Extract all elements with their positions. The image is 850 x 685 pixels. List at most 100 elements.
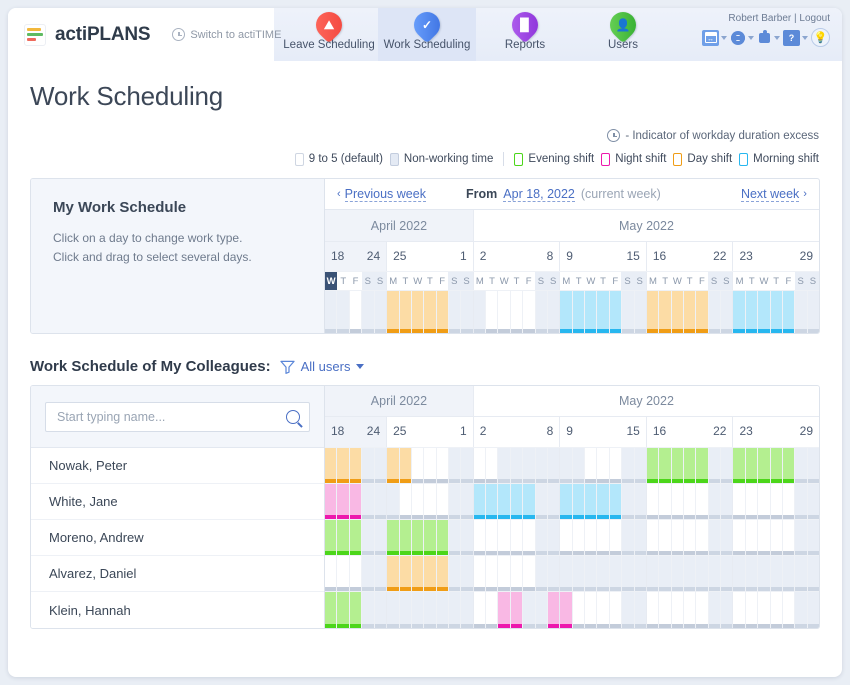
colleague-search-box[interactable]	[45, 401, 310, 432]
schedule-cell[interactable]	[498, 291, 511, 333]
schedule-cell[interactable]	[362, 592, 375, 628]
schedule-cell[interactable]	[807, 484, 819, 519]
schedule-cell[interactable]	[671, 520, 684, 555]
schedule-cell[interactable]	[349, 592, 363, 628]
schedule-cell[interactable]	[523, 592, 536, 628]
schedule-cell[interactable]	[622, 291, 635, 333]
schedule-cell[interactable]	[461, 291, 473, 333]
schedule-cell[interactable]	[597, 556, 610, 591]
schedule-cell[interactable]	[634, 448, 646, 483]
schedule-cell[interactable]	[646, 592, 660, 628]
schedule-cell[interactable]	[683, 291, 697, 333]
schedule-cell[interactable]	[473, 520, 487, 555]
schedule-cell[interactable]	[646, 291, 660, 333]
schedule-cell[interactable]	[461, 520, 473, 555]
schedule-cell[interactable]	[325, 520, 338, 555]
schedule-cell[interactable]	[349, 291, 363, 333]
schedule-cell[interactable]	[349, 448, 363, 483]
schedule-cell[interactable]	[597, 484, 610, 519]
schedule-cell[interactable]	[646, 520, 660, 555]
schedule-cell[interactable]	[498, 448, 511, 483]
schedule-cell[interactable]	[721, 520, 733, 555]
schedule-cell[interactable]	[374, 448, 387, 483]
schedule-cell[interactable]	[807, 592, 819, 628]
schedule-cell[interactable]	[424, 556, 437, 591]
schedule-cell[interactable]	[498, 520, 511, 555]
integrations-button[interactable]	[757, 30, 780, 45]
schedule-cell[interactable]	[449, 448, 462, 483]
schedule-cell[interactable]	[609, 291, 623, 333]
schedule-cell[interactable]	[721, 592, 733, 628]
schedule-cell[interactable]	[708, 520, 722, 555]
schedule-cell[interactable]	[387, 592, 400, 628]
schedule-cell[interactable]	[424, 592, 437, 628]
schedule-cell[interactable]	[387, 556, 400, 591]
schedule-cell[interactable]	[535, 520, 548, 555]
schedule-cell[interactable]	[486, 291, 499, 333]
schedule-cell[interactable]	[770, 592, 783, 628]
schedule-cell[interactable]	[745, 448, 759, 483]
schedule-cell[interactable]	[374, 520, 387, 555]
schedule-cell[interactable]	[387, 448, 400, 483]
schedule-cell[interactable]	[510, 448, 524, 483]
schedule-cell[interactable]	[337, 484, 350, 519]
schedule-cell[interactable]	[572, 484, 586, 519]
schedule-cell[interactable]	[510, 592, 524, 628]
schedule-cell[interactable]	[597, 520, 610, 555]
schedule-cell[interactable]	[486, 592, 499, 628]
schedule-cell[interactable]	[560, 592, 573, 628]
schedule-cell[interactable]	[325, 592, 338, 628]
schedule-cell[interactable]	[461, 592, 473, 628]
schedule-cell[interactable]	[572, 556, 586, 591]
schedule-cell[interactable]	[597, 592, 610, 628]
schedule-cell[interactable]	[622, 484, 635, 519]
schedule-cell[interactable]	[683, 448, 697, 483]
schedule-cell[interactable]	[523, 448, 536, 483]
schedule-cell[interactable]	[721, 291, 733, 333]
schedule-cell[interactable]	[708, 556, 722, 591]
schedule-cell[interactable]	[708, 291, 722, 333]
schedule-cell[interactable]	[622, 556, 635, 591]
schedule-cell[interactable]	[646, 484, 660, 519]
schedule-cell[interactable]	[411, 520, 425, 555]
schedule-cell[interactable]	[535, 556, 548, 591]
schedule-cell[interactable]	[498, 484, 511, 519]
schedule-cell[interactable]	[782, 520, 796, 555]
schedule-cell[interactable]	[733, 556, 746, 591]
schedule-cell[interactable]	[634, 484, 646, 519]
schedule-cell[interactable]	[807, 556, 819, 591]
schedule-cell[interactable]	[449, 291, 462, 333]
schedule-cell[interactable]	[337, 592, 350, 628]
schedule-cell[interactable]	[486, 448, 499, 483]
schedule-cell[interactable]	[510, 520, 524, 555]
schedule-cell[interactable]	[523, 291, 536, 333]
nav-users[interactable]: 👤 Users	[574, 8, 672, 61]
schedule-cell[interactable]	[721, 556, 733, 591]
schedule-cell[interactable]	[547, 448, 560, 483]
schedule-cell[interactable]	[683, 484, 697, 519]
schedule-cell[interactable]	[795, 484, 808, 519]
schedule-cell[interactable]	[473, 556, 487, 591]
schedule-cell[interactable]	[770, 448, 783, 483]
schedule-cell[interactable]	[622, 448, 635, 483]
schedule-cell[interactable]	[449, 520, 462, 555]
schedule-cell[interactable]	[782, 291, 796, 333]
schedule-cell[interactable]	[436, 556, 449, 591]
schedule-cell[interactable]	[782, 484, 796, 519]
schedule-cell[interactable]	[387, 484, 400, 519]
schedule-cell[interactable]	[807, 448, 819, 483]
schedule-cell[interactable]	[374, 556, 387, 591]
schedule-cell[interactable]	[572, 592, 586, 628]
schedule-cell[interactable]	[560, 484, 573, 519]
schedule-cell[interactable]	[782, 448, 796, 483]
schedule-cell[interactable]	[659, 448, 672, 483]
schedule-cell[interactable]	[745, 520, 759, 555]
schedule-cell[interactable]	[745, 484, 759, 519]
schedule-cell[interactable]	[337, 448, 350, 483]
schedule-cell[interactable]	[535, 448, 548, 483]
search-icon[interactable]	[286, 409, 300, 424]
schedule-cell[interactable]	[758, 484, 771, 519]
schedule-cell[interactable]	[560, 556, 573, 591]
schedule-cell[interactable]	[646, 556, 660, 591]
schedule-cell[interactable]	[337, 520, 350, 555]
